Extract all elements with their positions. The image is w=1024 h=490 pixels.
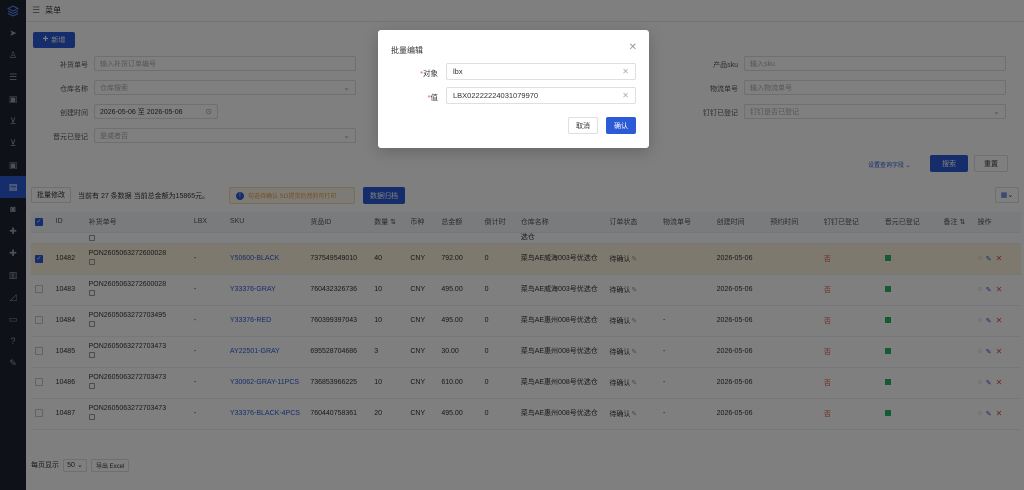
object-label: *对象 — [420, 69, 438, 78]
value-input[interactable]: LBX02222224031079970 ✕ — [446, 87, 636, 104]
object-input[interactable]: lbx ✕ — [446, 63, 636, 80]
cancel-button[interactable]: 取消 — [568, 117, 598, 134]
dialog-title: 批量编辑 — [391, 46, 423, 55]
close-icon[interactable]: ✕ — [629, 42, 637, 53]
clear-icon[interactable]: ✕ — [622, 91, 629, 100]
confirm-button[interactable]: 确认 — [606, 117, 636, 134]
batch-edit-dialog: 批量编辑 ✕ *对象 lbx ✕ *值 LBX02222224031079970… — [378, 30, 649, 148]
clear-icon[interactable]: ✕ — [622, 67, 629, 76]
value-label: *值 — [427, 93, 438, 102]
